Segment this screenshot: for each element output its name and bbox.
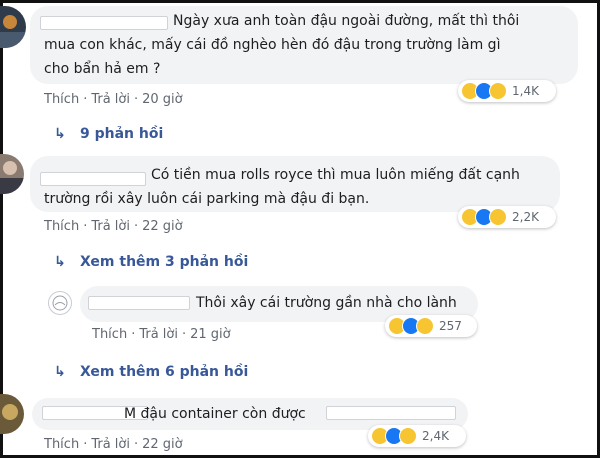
reply-link[interactable]: Trả lời (91, 219, 130, 234)
comment-time[interactable]: 21 giờ (190, 327, 231, 342)
sad-reaction-icon (489, 208, 507, 226)
reply-link[interactable]: Trả lời (91, 437, 130, 452)
redacted-name (40, 172, 146, 186)
sad-reaction-icon (399, 427, 417, 445)
comment-text-line: trường rồi xây luôn cái parking mà đậu đ… (44, 191, 370, 207)
sad-reaction-icon (489, 82, 507, 100)
reaction-summary[interactable]: 1,4K (458, 80, 556, 102)
redacted-text (326, 406, 456, 420)
view-replies-link[interactable]: ↳ Xem thêm 3 phản hồi (54, 254, 248, 270)
comment-actions: Thích · Trả lời · 21 giờ (92, 327, 231, 342)
comment-text-line: Có tiền mua rolls royce thì mua luôn miế… (151, 167, 520, 183)
redacted-name (88, 296, 190, 310)
reaction-count: 257 (439, 319, 462, 333)
wow-reaction-icon (416, 317, 434, 335)
view-replies-label: Xem thêm 6 phản hồi (80, 364, 249, 380)
comment-text-line: mua con khác, mấy cái đồ nghèo hèn đó đậ… (44, 37, 501, 53)
comment-text-line: cho bẩn hả em ? (44, 61, 161, 77)
comment-actions: Thích · Trả lời · 22 giờ (44, 437, 183, 452)
view-replies-label: Xem thêm 3 phản hồi (80, 254, 249, 270)
reaction-summary[interactable]: 2,4K (368, 425, 466, 447)
avatar-image-icon (52, 295, 68, 311)
reply-arrow-icon: ↳ (54, 364, 66, 380)
comment-time[interactable]: 22 giờ (142, 437, 183, 452)
view-replies-link[interactable]: ↳ 9 phản hồi (54, 126, 163, 142)
like-link[interactable]: Thích (92, 327, 127, 342)
reply-arrow-icon: ↳ (54, 126, 66, 142)
reaction-count: 2,2K (512, 210, 539, 224)
comment-actions: Thích · Trả lời · 22 giờ (44, 219, 183, 234)
comment-text-line: Thôi xây cái trường gần nhà cho lành (196, 295, 457, 311)
reaction-summary[interactable]: 257 (385, 315, 477, 337)
redacted-name (40, 16, 168, 30)
comment-text-line: Ngày xưa anh toàn đậu ngoài đường, mất t… (173, 13, 520, 29)
reply-link[interactable]: Trả lời (91, 92, 130, 107)
reply-arrow-icon: ↳ (54, 254, 66, 270)
reaction-count: 2,4K (422, 429, 449, 443)
like-link[interactable]: Thích (44, 437, 79, 452)
like-link[interactable]: Thích (44, 219, 79, 234)
reaction-summary[interactable]: 2,2K (458, 206, 556, 228)
avatar[interactable] (48, 291, 72, 315)
comment-text-line: M đậu container còn được (124, 406, 306, 422)
comment-time[interactable]: 20 giờ (142, 92, 183, 107)
comment-actions: Thích · Trả lời · 20 giờ (44, 92, 183, 107)
view-replies-link[interactable]: ↳ Xem thêm 6 phản hồi (54, 364, 248, 380)
view-replies-label: 9 phản hồi (80, 126, 164, 142)
reaction-count: 1,4K (512, 84, 539, 98)
reply-link[interactable]: Trả lời (139, 327, 178, 342)
comment-time[interactable]: 22 giờ (142, 219, 183, 234)
like-link[interactable]: Thích (44, 92, 79, 107)
